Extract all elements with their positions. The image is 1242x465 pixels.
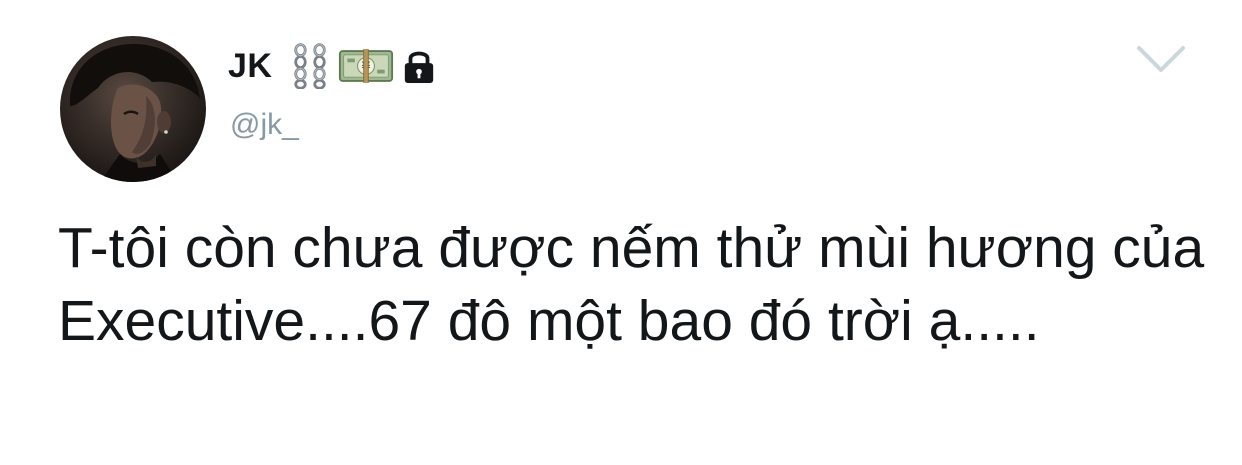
- chevron-down-icon[interactable]: [1135, 44, 1187, 74]
- avatar-image: [69, 43, 200, 182]
- money-with-yen-icon: ¥: [338, 43, 394, 89]
- display-name[interactable]: JK: [228, 47, 272, 86]
- avatar[interactable]: [60, 36, 206, 182]
- lock-icon: [402, 43, 436, 89]
- chains-icon: [290, 43, 330, 89]
- user-handle[interactable]: @jk_: [230, 108, 299, 142]
- tweet-card: JK @jk_ T-tôi còn chưa được nếm thử mùi …: [0, 0, 1242, 465]
- author-row: JK: [228, 40, 436, 92]
- tweet-text: T-tôi còn chưa được nếm thử mùi hương củ…: [58, 216, 1221, 353]
